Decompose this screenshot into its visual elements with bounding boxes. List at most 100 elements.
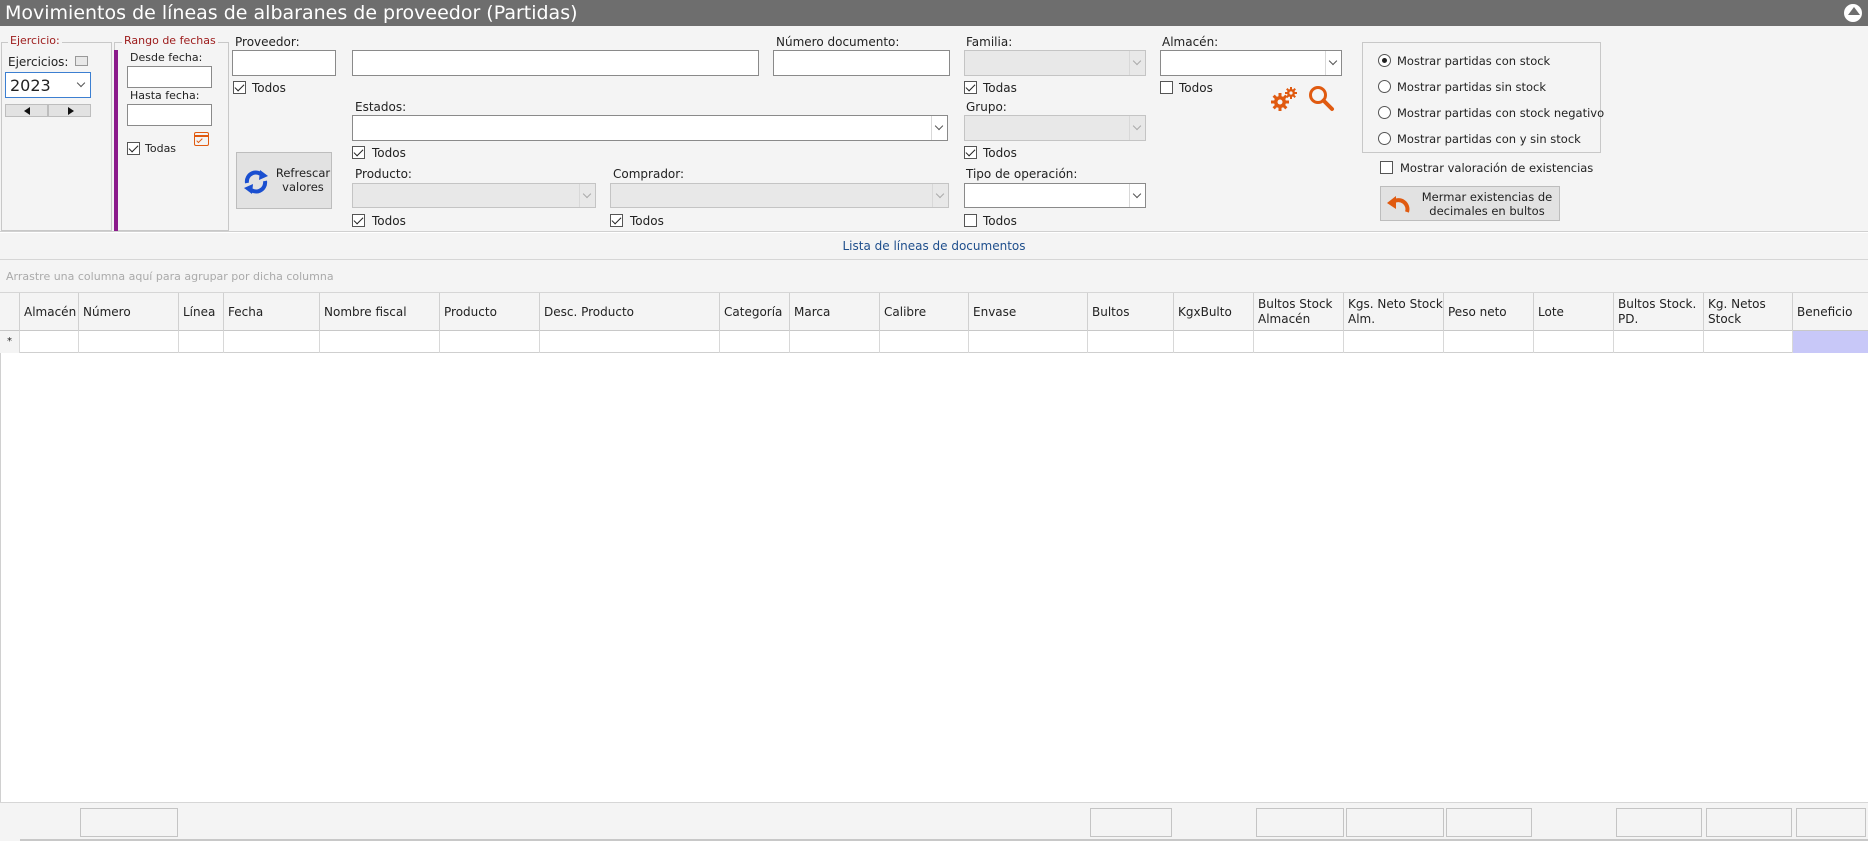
grid-cell[interactable] [1534, 331, 1614, 353]
column-header[interactable]: Calibre [880, 293, 969, 331]
grid-cell[interactable] [79, 331, 179, 353]
chevron-down-icon [74, 73, 90, 97]
radio-con-y-sin-stock[interactable] [1378, 132, 1391, 145]
group-by-panel[interactable]: Arrastre una columna aquí para agrupar p… [0, 260, 1868, 293]
grid-cell[interactable] [320, 331, 440, 353]
filter-panel: Ejercicio: Ejercicios: 2023 Rango de fec… [0, 26, 1868, 232]
proveedor-todos-checkbox[interactable] [233, 81, 246, 94]
grid-cell[interactable] [880, 331, 969, 353]
column-header[interactable]: Fecha [224, 293, 320, 331]
desde-fecha-label: Desde fecha: [130, 51, 203, 64]
grupo-select[interactable] [964, 115, 1146, 141]
tipo-operacion-todos-checkbox[interactable] [964, 214, 977, 227]
comprador-todos-checkbox[interactable] [610, 214, 623, 227]
column-header[interactable]: Peso neto [1444, 293, 1534, 331]
ejercicio-legend: Ejercicio: [8, 34, 62, 47]
grid-cell[interactable] [790, 331, 880, 353]
estados-todos-checkbox[interactable] [352, 146, 365, 159]
grid-cell[interactable] [720, 331, 790, 353]
comprador-label: Comprador: [613, 167, 685, 181]
column-header[interactable]: Lote [1534, 293, 1614, 331]
tipo-operacion-select[interactable] [964, 183, 1146, 208]
comprador-select[interactable] [610, 183, 949, 208]
footer-summary-beneficio [1796, 808, 1866, 837]
column-header[interactable]: Bultos Stock Almacén [1254, 293, 1344, 331]
refresh-button[interactable]: Refrescar valores [236, 152, 332, 209]
mermar-label: Mermar existencias de decimales en bulto… [1421, 190, 1553, 218]
proveedor-code-input[interactable] [232, 50, 336, 76]
new-item-row[interactable]: * [0, 331, 1868, 353]
calendar-icon[interactable] [194, 132, 209, 146]
settings-gears-icon[interactable] [1270, 86, 1298, 112]
radio-con-stock[interactable] [1378, 54, 1391, 67]
proveedor-name-input[interactable] [352, 50, 759, 76]
grid-cell[interactable] [969, 331, 1088, 353]
column-header[interactable]: KgxBulto [1174, 293, 1254, 331]
grid-cell[interactable] [1088, 331, 1174, 353]
chevron-down-icon [1129, 184, 1145, 207]
column-header[interactable]: Número [79, 293, 179, 331]
ejercicio-value: 2023 [10, 76, 51, 95]
familia-todas-checkbox[interactable] [964, 81, 977, 94]
grid-cell[interactable] [1174, 331, 1254, 353]
ejercicio-group [1, 42, 112, 231]
column-header[interactable]: Bultos Stock. PD. [1614, 293, 1704, 331]
chevron-down-icon [1129, 116, 1145, 140]
search-icon[interactable] [1307, 84, 1335, 112]
grid-left-border [0, 353, 1, 802]
grupo-todos-checkbox[interactable] [964, 146, 977, 159]
column-header[interactable]: Nombre fiscal [320, 293, 440, 331]
valoracion-label: Mostrar valoración de existencias [1400, 161, 1594, 175]
estados-todos-label: Todos [372, 146, 406, 160]
grid-cell[interactable] [440, 331, 540, 353]
column-header[interactable]: Desc. Producto [540, 293, 720, 331]
radio-con-stock-label: Mostrar partidas con stock [1397, 54, 1551, 68]
grid-cell[interactable] [1444, 331, 1534, 353]
valoracion-checkbox[interactable] [1380, 161, 1393, 174]
column-header[interactable]: Almacén [20, 293, 79, 331]
column-header[interactable]: Categoría [720, 293, 790, 331]
grid-cell[interactable] [179, 331, 224, 353]
column-header[interactable]: Beneficio [1793, 293, 1868, 331]
mermar-button[interactable]: Mermar existencias de decimales en bulto… [1380, 186, 1560, 221]
producto-select[interactable] [352, 183, 596, 208]
footer-summary-kg-netos-stock [1706, 808, 1792, 837]
grid-cell[interactable] [1614, 331, 1704, 353]
radio-sin-stock[interactable] [1378, 80, 1391, 93]
next-year-button[interactable] [48, 104, 91, 117]
familia-label: Familia: [966, 35, 1013, 49]
producto-todos-checkbox[interactable] [352, 214, 365, 227]
grid-cell[interactable] [224, 331, 320, 353]
familia-todas-label: Todas [983, 81, 1017, 95]
column-header[interactable]: Envase [969, 293, 1088, 331]
hasta-fecha-input[interactable] [127, 104, 212, 126]
almacen-select[interactable] [1160, 50, 1342, 76]
radio-stock-negativo[interactable] [1378, 106, 1391, 119]
ejercicio-select[interactable]: 2023 [5, 72, 91, 98]
ejercicios-toggle[interactable] [75, 56, 88, 66]
grid-cell[interactable] [540, 331, 720, 353]
grid-cell[interactable] [1254, 331, 1344, 353]
grid-cell-focused[interactable] [1793, 331, 1868, 353]
prev-year-button[interactable] [5, 104, 48, 117]
grid-cell[interactable] [1344, 331, 1444, 353]
column-header[interactable]: Producto [440, 293, 540, 331]
column-header[interactable]: Kg. Netos Stock [1704, 293, 1793, 331]
grupo-label: Grupo: [966, 100, 1007, 114]
grid-cell[interactable] [1704, 331, 1793, 353]
numero-documento-input[interactable] [773, 50, 950, 76]
estados-select[interactable] [352, 115, 948, 141]
column-header[interactable]: Bultos [1088, 293, 1174, 331]
collapse-icon[interactable] [1842, 2, 1864, 24]
column-header[interactable]: Línea [179, 293, 224, 331]
fechas-todas-checkbox[interactable] [127, 142, 140, 155]
grid-cell[interactable] [20, 331, 79, 353]
familia-select[interactable] [964, 50, 1146, 76]
desde-fecha-input[interactable] [127, 66, 212, 88]
column-header[interactable]: Marca [790, 293, 880, 331]
almacen-todos-checkbox[interactable] [1160, 81, 1173, 94]
chevron-down-icon [1129, 51, 1145, 75]
column-header[interactable]: Kgs. Neto Stock Alm. [1344, 293, 1444, 331]
grupo-todos-label: Todos [983, 146, 1017, 160]
fechas-todas-label: Todas [145, 142, 177, 155]
